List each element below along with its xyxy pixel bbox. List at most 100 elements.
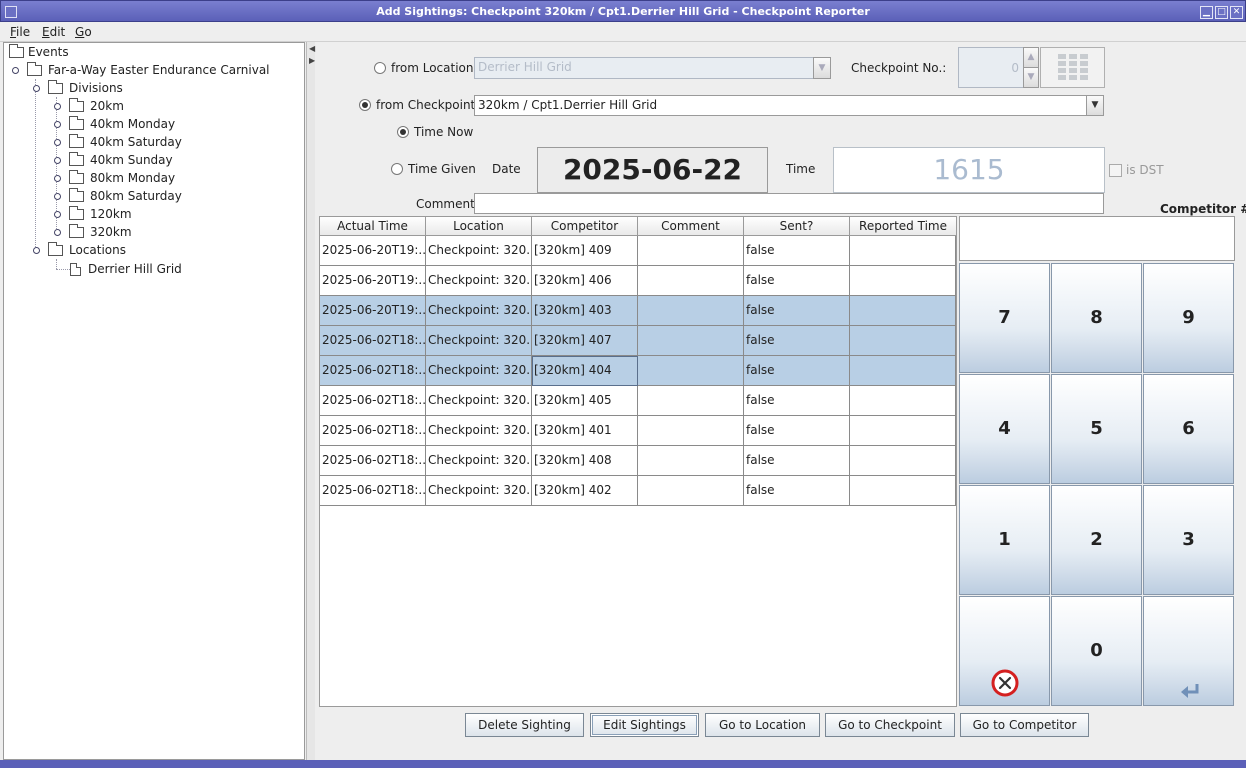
table-cell-comment[interactable]: [638, 326, 744, 356]
table-cell-competitor[interactable]: [320km] 402: [532, 476, 638, 506]
table-cell-location[interactable]: Checkpoint: 320...: [426, 356, 532, 386]
keypad-key-5[interactable]: 5: [1051, 374, 1142, 484]
table-cell-location[interactable]: Checkpoint: 320...: [426, 266, 532, 296]
close-icon[interactable]: ✕: [1230, 6, 1243, 19]
expand-handle-icon[interactable]: [52, 191, 61, 200]
table-cell-reported-time[interactable]: [850, 386, 956, 416]
table-cell-competitor[interactable]: [320km] 401: [532, 416, 638, 446]
checkpoint-combo[interactable]: 320km / Cpt1.Derrier Hill Grid: [474, 95, 1088, 116]
table-cell-reported-time[interactable]: [850, 356, 956, 386]
table-cell-competitor[interactable]: [320km] 405: [532, 386, 638, 416]
keypad-clear-button[interactable]: [959, 596, 1050, 706]
table-cell-competitor[interactable]: [320km] 403: [532, 296, 638, 326]
expand-handle-icon[interactable]: [52, 137, 61, 146]
go-to-location-button[interactable]: Go to Location: [705, 713, 820, 737]
keypad-toggle-button[interactable]: [1040, 47, 1105, 88]
table-cell-competitor[interactable]: [320km] 406: [532, 266, 638, 296]
menu-go[interactable]: Go: [75, 22, 92, 42]
table-cell-comment[interactable]: [638, 236, 744, 266]
table-cell-sent[interactable]: false: [744, 356, 850, 386]
edit-sightings-button[interactable]: Edit Sightings: [590, 713, 699, 737]
keypad-key-0[interactable]: 0: [1051, 596, 1142, 706]
table-cell-sent[interactable]: false: [744, 266, 850, 296]
table-cell-sent[interactable]: false: [744, 236, 850, 266]
table-cell-actual-time[interactable]: 2025-06-20T19:...: [320, 236, 426, 266]
column-header-location[interactable]: Location: [426, 217, 532, 236]
competitor-number-input[interactable]: [959, 216, 1235, 261]
time-field[interactable]: 1615: [833, 147, 1105, 193]
keypad-enter-button[interactable]: [1143, 596, 1234, 706]
table-cell-location[interactable]: Checkpoint: 320...: [426, 446, 532, 476]
go-to-competitor-button[interactable]: Go to Competitor: [960, 713, 1089, 737]
menu-edit[interactable]: Edit: [42, 22, 65, 42]
table-cell-actual-time[interactable]: 2025-06-20T19:...: [320, 296, 426, 326]
checkpoint-no-spinner[interactable]: 0: [958, 47, 1024, 88]
table-cell-reported-time[interactable]: [850, 446, 956, 476]
keypad-key-4[interactable]: 4: [959, 374, 1050, 484]
delete-sighting-button[interactable]: Delete Sighting: [465, 713, 584, 737]
date-field[interactable]: 2025-06-22: [537, 147, 768, 193]
expand-handle-icon[interactable]: [52, 119, 61, 128]
table-cell-actual-time[interactable]: 2025-06-02T18:...: [320, 356, 426, 386]
keypad-key-7[interactable]: 7: [959, 263, 1050, 373]
table-cell-reported-time[interactable]: [850, 476, 956, 506]
event-tree[interactable]: Events Far-a-Way Easter Endurance Carniv…: [3, 42, 305, 760]
table-cell-comment[interactable]: [638, 416, 744, 446]
table-cell-location[interactable]: Checkpoint: 320...: [426, 236, 532, 266]
column-header-actual-time[interactable]: Actual Time: [320, 217, 426, 236]
table-cell-actual-time[interactable]: 2025-06-20T19:...: [320, 266, 426, 296]
table-cell-sent[interactable]: false: [744, 446, 850, 476]
column-header-competitor[interactable]: Competitor: [532, 217, 638, 236]
minimize-icon[interactable]: ▁: [1200, 6, 1213, 19]
table-cell-reported-time[interactable]: [850, 296, 956, 326]
table-cell-comment[interactable]: [638, 446, 744, 476]
table-cell-comment[interactable]: [638, 356, 744, 386]
comment-input[interactable]: [474, 193, 1104, 214]
table-cell-actual-time[interactable]: 2025-06-02T18:...: [320, 326, 426, 356]
table-cell-location[interactable]: Checkpoint: 320...: [426, 476, 532, 506]
location-dropdown-button[interactable]: ▼: [813, 57, 831, 79]
time-given-radio[interactable]: [391, 163, 403, 175]
keypad-key-8[interactable]: 8: [1051, 263, 1142, 373]
expand-handle-icon[interactable]: [52, 101, 61, 110]
keypad-key-6[interactable]: 6: [1143, 374, 1234, 484]
go-to-checkpoint-button[interactable]: Go to Checkpoint: [825, 713, 955, 737]
table-cell-reported-time[interactable]: [850, 326, 956, 356]
table-cell-location[interactable]: Checkpoint: 320...: [426, 416, 532, 446]
is-dst-checkbox[interactable]: [1109, 164, 1122, 177]
table-cell-sent[interactable]: false: [744, 326, 850, 356]
table-cell-reported-time[interactable]: [850, 416, 956, 446]
expand-handle-icon[interactable]: [31, 83, 40, 92]
table-cell-competitor[interactable]: [320km] 409: [532, 236, 638, 266]
window-menu-icon[interactable]: [5, 6, 17, 18]
expand-handle-icon[interactable]: [52, 209, 61, 218]
keypad-key-3[interactable]: 3: [1143, 485, 1234, 595]
checkpoint-dropdown-button[interactable]: ▼: [1086, 95, 1104, 116]
from-checkpoint-radio[interactable]: [359, 99, 371, 111]
table-cell-actual-time[interactable]: 2025-06-02T18:...: [320, 386, 426, 416]
table-cell-competitor[interactable]: [320km] 408: [532, 446, 638, 476]
sightings-table[interactable]: Actual Time Location Competitor Comment …: [319, 216, 957, 707]
table-cell-sent[interactable]: false: [744, 476, 850, 506]
table-cell-reported-time[interactable]: [850, 266, 956, 296]
keypad-key-9[interactable]: 9: [1143, 263, 1234, 373]
table-cell-actual-time[interactable]: 2025-06-02T18:...: [320, 416, 426, 446]
keypad-key-2[interactable]: 2: [1051, 485, 1142, 595]
table-cell-competitor[interactable]: [320km] 404: [532, 356, 638, 386]
table-cell-comment[interactable]: [638, 296, 744, 326]
spinner-up-button[interactable]: ▲: [1023, 47, 1039, 68]
from-location-radio[interactable]: [374, 62, 386, 74]
expand-handle-icon[interactable]: [52, 227, 61, 236]
time-now-radio[interactable]: [397, 126, 409, 138]
expand-handle-icon[interactable]: [52, 173, 61, 182]
keypad-key-1[interactable]: 1: [959, 485, 1050, 595]
expand-handle-icon[interactable]: [10, 65, 19, 74]
table-cell-comment[interactable]: [638, 266, 744, 296]
table-cell-location[interactable]: Checkpoint: 320...: [426, 326, 532, 356]
table-cell-reported-time[interactable]: [850, 236, 956, 266]
table-cell-actual-time[interactable]: 2025-06-02T18:...: [320, 446, 426, 476]
maximize-icon[interactable]: □: [1215, 6, 1228, 19]
table-cell-sent[interactable]: false: [744, 416, 850, 446]
table-cell-comment[interactable]: [638, 476, 744, 506]
expand-handle-icon[interactable]: [31, 245, 40, 254]
